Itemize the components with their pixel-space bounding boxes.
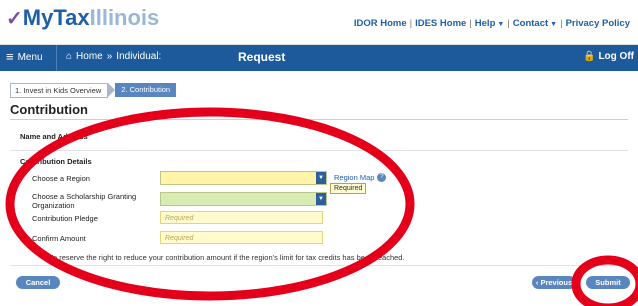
- previous-button[interactable]: ‹ Previous: [532, 276, 576, 289]
- log-off-button[interactable]: 🔒 Log Off: [583, 51, 634, 62]
- step-invest-in-kids-overview[interactable]: 1. Invest in Kids Overview: [10, 83, 109, 98]
- sgo-label: Choose a Scholarship Granting Organizati…: [32, 192, 137, 210]
- checkmark-icon: ✓: [6, 8, 23, 30]
- section-contribution-details: Contribution Details: [20, 157, 92, 166]
- wizard-steps: 1. Invest in Kids Overview 2. Contributi…: [10, 83, 177, 98]
- top-links: IDOR Home | IDES Home | Help ▼ | Contact ▼ | Priva…: [353, 18, 630, 29]
- help-link[interactable]: Help: [475, 18, 496, 29]
- reduction-notice: We reserve the right to reduce your cont…: [46, 253, 405, 262]
- region-select[interactable]: ▼: [160, 171, 327, 185]
- contribution-pledge-input[interactable]: Required: [160, 211, 323, 224]
- confirm-amount-label: Confirm Amount: [32, 234, 86, 243]
- menu-button[interactable]: ≡ Menu: [6, 49, 43, 64]
- breadcrumb-individual[interactable]: Individual:: [116, 51, 161, 62]
- privacy-policy-link[interactable]: Privacy Policy: [566, 18, 630, 29]
- step-arrow-icon: [108, 83, 116, 97]
- pledge-label: Contribution Pledge: [32, 214, 98, 223]
- help-icon[interactable]: ?: [377, 173, 387, 182]
- confirm-amount-input[interactable]: Required: [160, 231, 323, 244]
- lock-icon: 🔒: [583, 51, 596, 62]
- caret-down-icon: ▼: [550, 21, 558, 28]
- region-label: Choose a Region: [32, 174, 90, 183]
- dropdown-arrow-icon[interactable]: ▼: [316, 193, 326, 205]
- hamburger-icon: ≡: [6, 49, 14, 64]
- mytax-illinois-logo[interactable]: ✓MyTaxIllinois: [6, 6, 159, 31]
- required-tooltip: Required: [330, 183, 367, 194]
- idor-home-link[interactable]: IDOR Home: [354, 18, 407, 29]
- breadcrumb: ⌂ Home » Individual:: [66, 51, 161, 62]
- sgo-select[interactable]: ▼: [160, 192, 327, 206]
- nav-bar: ≡ Menu ⌂ Home » Individual: Request 🔒 Lo…: [0, 45, 638, 71]
- cancel-button[interactable]: Cancel: [16, 276, 60, 289]
- chevron-left-icon: ‹: [535, 278, 539, 287]
- dropdown-arrow-icon[interactable]: ▼: [316, 172, 326, 184]
- step-contribution: 2. Contribution: [115, 83, 177, 97]
- divider: [10, 265, 628, 266]
- page-title: Contribution: [10, 102, 88, 117]
- contact-link[interactable]: Contact: [513, 18, 548, 29]
- site-header: ✓MyTaxIllinois IDOR Home | IDES Home | Help ▼…: [0, 0, 638, 45]
- submit-button[interactable]: Submit: [586, 276, 630, 289]
- breadcrumb-separator: »: [106, 51, 113, 62]
- page-heading: Request: [238, 50, 286, 64]
- divider: [10, 119, 628, 120]
- nav-divider: [56, 45, 57, 71]
- region-map-link[interactable]: Region Map ?: [334, 173, 387, 182]
- ides-home-link[interactable]: IDES Home: [415, 18, 466, 29]
- home-link[interactable]: Home: [76, 51, 103, 62]
- section-name-and-address: Name and Address: [20, 132, 88, 141]
- caret-down-icon: ▼: [497, 21, 505, 28]
- divider: [10, 150, 628, 151]
- home-icon[interactable]: ⌂: [66, 51, 72, 62]
